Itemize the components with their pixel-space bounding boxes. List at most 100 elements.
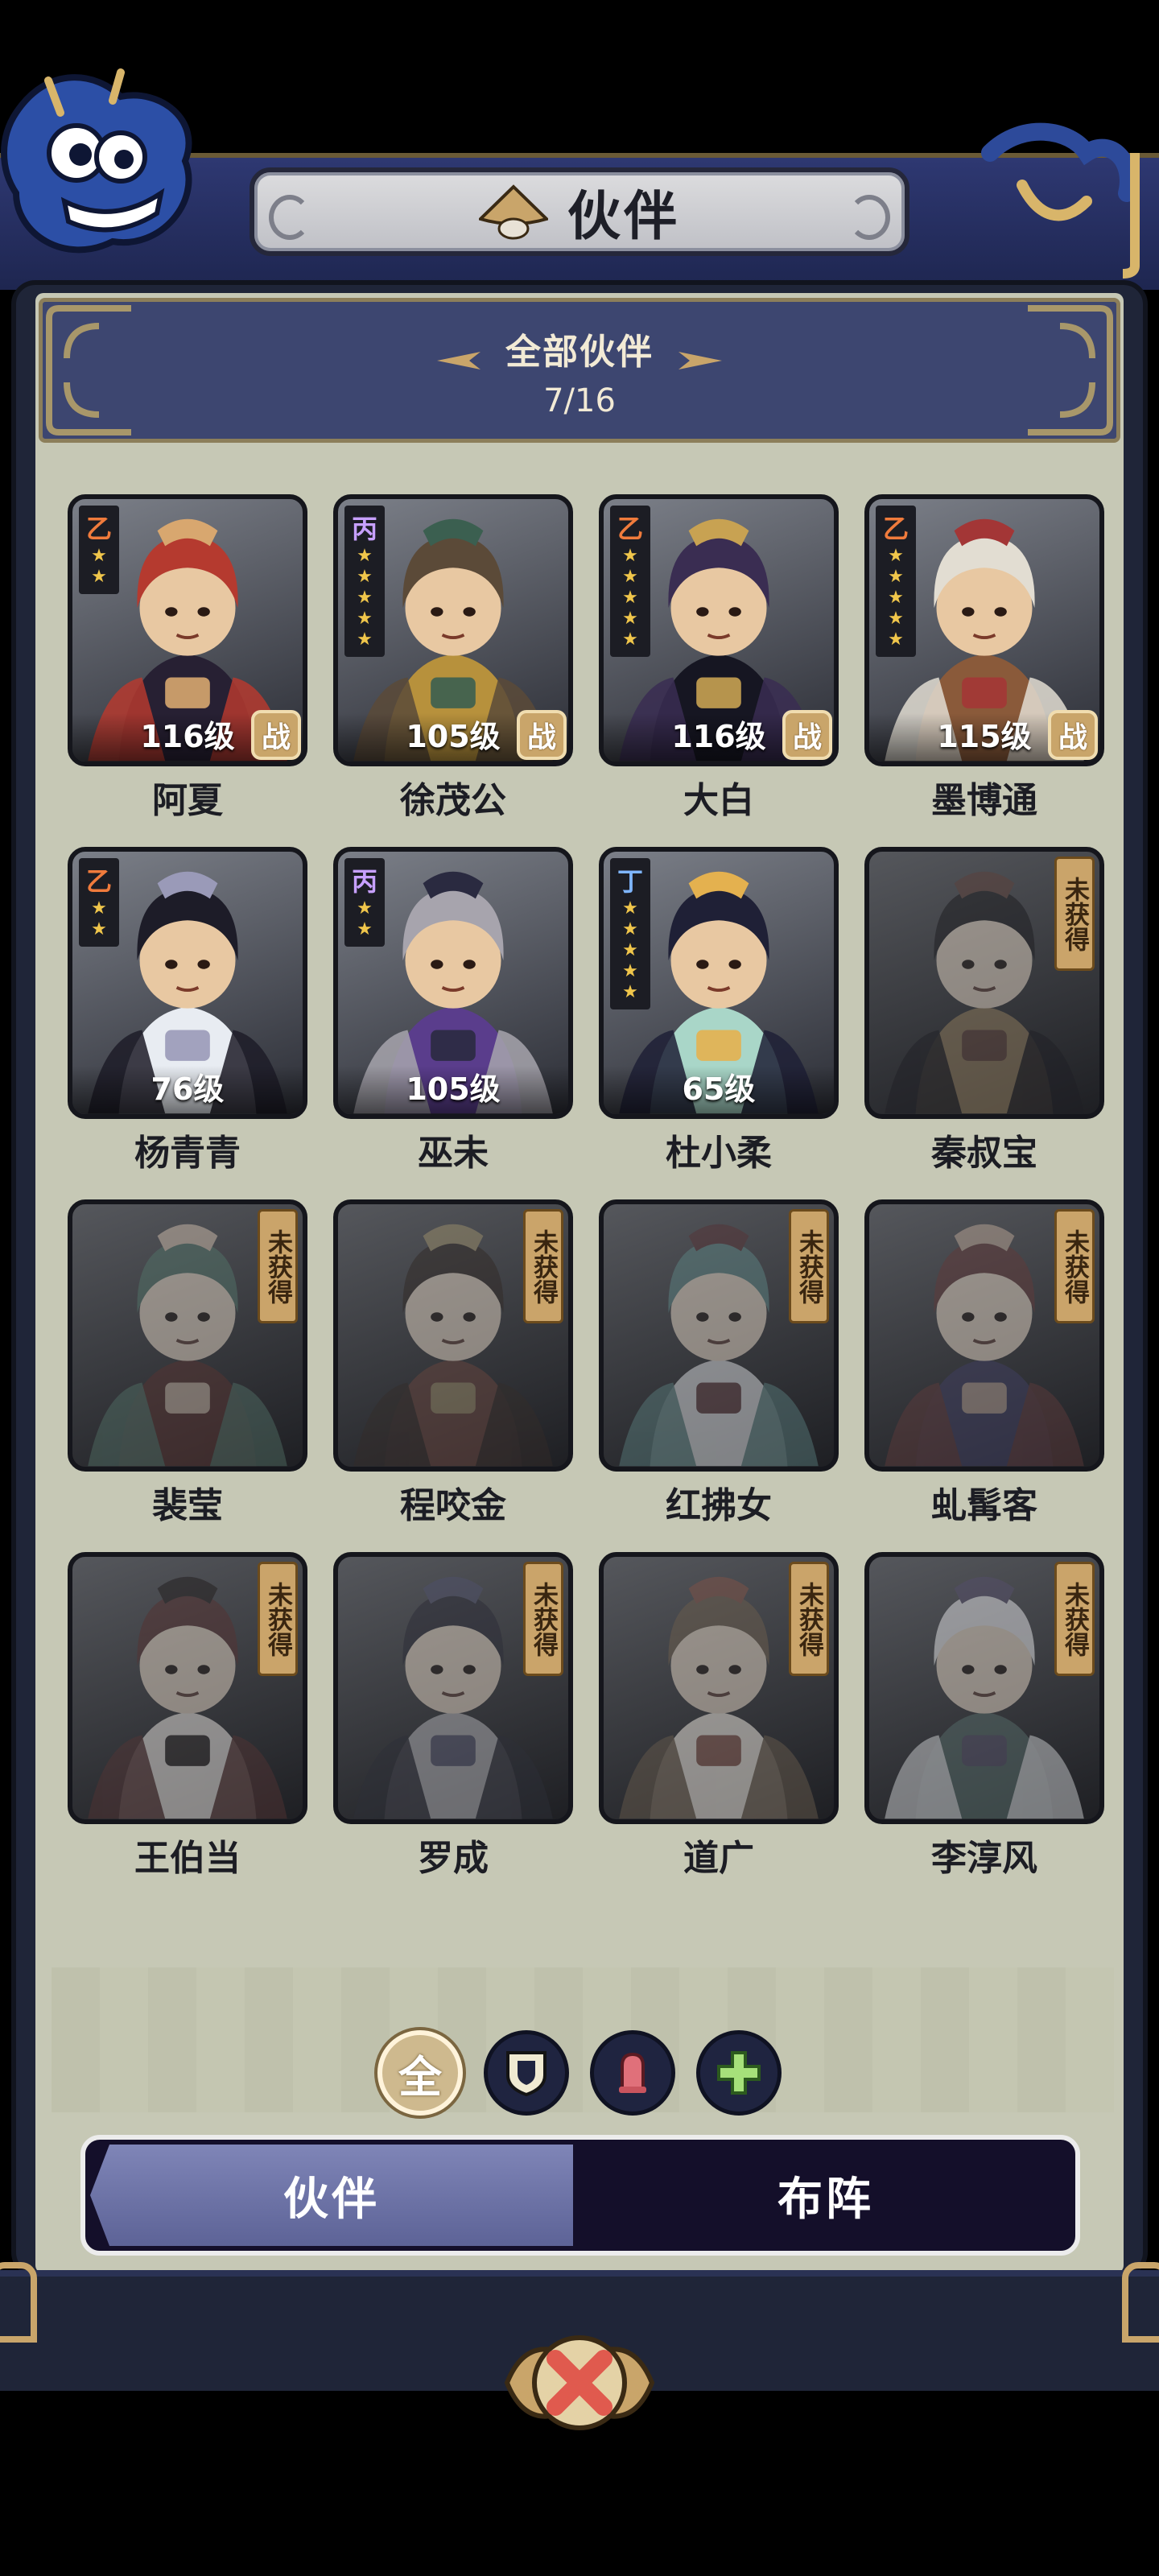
star-icon: ★ xyxy=(91,919,107,939)
partner-card[interactable]: 未获得 罗成 xyxy=(333,1552,573,1879)
star-icon: ★ xyxy=(622,567,638,587)
star-icon: ★ xyxy=(357,567,373,587)
star-icon: ★ xyxy=(357,630,373,650)
in-battle-badge: 战 xyxy=(782,710,832,760)
rank-tag: 乙 ★ ★ xyxy=(79,858,119,947)
in-battle-badge: 战 xyxy=(517,710,567,760)
partner-card-frame: 丙 ★ ★ ★ ★ ★ 105级战 xyxy=(333,494,573,766)
rank-grade: 丙 xyxy=(351,866,377,897)
partner-card[interactable]: 乙 ★ ★ 76级 杨青青 xyxy=(68,847,307,1174)
partner-card-frame: 未获得 xyxy=(68,1552,307,1824)
partner-card[interactable]: 乙 ★ ★ ★ ★ ★ 116级战大白 xyxy=(599,494,839,821)
not-obtained-tag: 未获得 xyxy=(258,1209,298,1323)
star-icon: ★ xyxy=(622,940,638,960)
partner-card-frame: 乙 ★ ★ ★ ★ ★ 116级战 xyxy=(599,494,839,766)
partner-card-frame: 未获得 xyxy=(333,1199,573,1472)
partner-card[interactable]: 未获得 道广 xyxy=(599,1552,839,1879)
partner-name: 大白 xyxy=(683,780,754,821)
rank-tag: 丙 ★ ★ ★ ★ ★ xyxy=(344,506,385,657)
rank-tag: 丙 ★ ★ xyxy=(344,858,385,947)
cloud-ornament-icon xyxy=(981,122,1140,279)
partner-name: 秦叔宝 xyxy=(931,1133,1037,1174)
wing-decoration-icon xyxy=(678,352,722,369)
star-icon: ★ xyxy=(622,961,638,981)
plus-heal-filter-icon xyxy=(717,2051,761,2095)
star-icon: ★ xyxy=(357,546,373,566)
star-icon: ★ xyxy=(622,982,638,1002)
summary-title: 全部伙伴 xyxy=(505,332,654,373)
in-battle-badge: 战 xyxy=(1048,710,1098,760)
star-icon: ★ xyxy=(888,588,904,608)
partner-name: 红拂女 xyxy=(666,1485,772,1526)
star-icon: ★ xyxy=(622,588,638,608)
right-pillar-ornament xyxy=(1122,2262,1159,2343)
partner-card[interactable]: 乙 ★ ★ ★ ★ ★ 115级战墨博通 xyxy=(864,494,1104,821)
wing-decoration-icon xyxy=(437,352,481,369)
tab-partners[interactable]: 伙伴 xyxy=(90,2145,573,2246)
star-icon: ★ xyxy=(888,567,904,587)
corner-scroll-ornament-icon xyxy=(46,350,131,436)
rank-tag: 乙 ★ ★ xyxy=(79,506,119,594)
filter-heal-button[interactable] xyxy=(696,2030,782,2116)
partner-name: 程咬金 xyxy=(400,1485,506,1526)
partner-card[interactable]: 未获得红拂女 xyxy=(599,1199,839,1526)
star-icon: ★ xyxy=(622,546,638,566)
star-icon: ★ xyxy=(91,546,107,566)
partner-card-frame: 未获得 xyxy=(864,1552,1104,1824)
partner-card-frame: 未获得 xyxy=(599,1199,839,1472)
partner-card-frame: 未获得 xyxy=(864,847,1104,1119)
partner-card-frame: 乙 ★ ★ 76级 xyxy=(68,847,307,1119)
partner-card-frame: 丁 ★ ★ ★ ★ ★ 65级 xyxy=(599,847,839,1119)
partner-name: 徐茂公 xyxy=(400,780,506,821)
partner-name: 王伯当 xyxy=(134,1838,241,1879)
filter-all-button[interactable]: 全 xyxy=(377,2030,463,2116)
partner-name: 杜小柔 xyxy=(666,1133,772,1174)
rank-tag: 乙 ★ ★ ★ ★ ★ xyxy=(610,506,650,657)
shield-filter-icon xyxy=(506,2051,547,2097)
rank-tag: 乙 ★ ★ ★ ★ ★ xyxy=(876,506,916,657)
partner-card[interactable]: 乙 ★ ★ 116级战阿夏 xyxy=(68,494,307,821)
partner-card[interactable]: 丙 ★ ★ ★ ★ ★ 105级战徐茂公 xyxy=(333,494,573,821)
page-title: 伙伴 xyxy=(567,185,680,247)
partner-card-frame: 未获得 xyxy=(68,1199,307,1472)
left-pillar-ornament xyxy=(0,2262,37,2343)
partner-card[interactable]: 未获得 秦叔宝 xyxy=(864,847,1104,1174)
partner-card[interactable]: 未获得 李淳风 xyxy=(864,1552,1104,1879)
partner-count: 7/16 xyxy=(543,382,616,419)
rank-grade: 乙 xyxy=(882,514,909,544)
partner-card-frame: 未获得 xyxy=(333,1552,573,1824)
star-icon: ★ xyxy=(888,609,904,629)
rank-grade: 丁 xyxy=(617,866,643,897)
filter-attack-button[interactable] xyxy=(590,2030,675,2116)
main-panel: 全部伙伴 7/16 乙 ★ ★ 116级战阿夏丙 ★ ★ ★ ★ ★ 105级战徐茂公乙 ★ ★ ★ ★ ★… xyxy=(11,280,1148,2277)
partner-grid: 乙 ★ ★ 116级战阿夏丙 ★ ★ ★ ★ ★ 105级战徐茂公乙 ★ ★ ★ ★ ★ 116级战大白乙 ★ ★… xyxy=(68,494,1106,1879)
partner-card[interactable]: 未获得 王伯当 xyxy=(68,1552,307,1879)
partner-card-frame: 丙 ★ ★ 105级 xyxy=(333,847,573,1119)
partner-card[interactable]: 丁 ★ ★ ★ ★ ★ 65级杜小柔 xyxy=(599,847,839,1174)
partner-card[interactable]: 未获得 虬髯客 xyxy=(864,1199,1104,1526)
partner-level: 76级 xyxy=(72,1066,303,1114)
bell-attack-filter-icon xyxy=(619,2052,646,2093)
bamboo-hat-icon xyxy=(479,184,548,240)
partner-name: 裴莹 xyxy=(152,1485,223,1526)
rank-grade: 乙 xyxy=(617,514,643,544)
not-obtained-tag: 未获得 xyxy=(789,1562,829,1676)
partner-card[interactable]: 丙 ★ ★ 105级巫未 xyxy=(333,847,573,1174)
summary-banner: 全部伙伴 7/16 xyxy=(39,298,1120,443)
partner-level: 105级 xyxy=(338,1066,568,1114)
dragon-mascot-icon xyxy=(1,68,192,254)
not-obtained-tag: 未获得 xyxy=(1054,1562,1095,1676)
partner-name: 巫未 xyxy=(418,1133,489,1174)
partner-name: 墨博通 xyxy=(931,780,1037,821)
partner-name: 罗成 xyxy=(418,1838,489,1879)
tab-formation[interactable]: 布阵 xyxy=(576,2145,1075,2246)
not-obtained-tag: 未获得 xyxy=(789,1209,829,1323)
partner-card[interactable]: 未获得裴莹 xyxy=(68,1199,307,1526)
partner-card[interactable]: 未获得 程咬金 xyxy=(333,1199,573,1526)
filter-defense-button[interactable] xyxy=(484,2030,569,2116)
star-icon: ★ xyxy=(622,898,638,919)
close-button[interactable] xyxy=(491,2318,668,2447)
partner-card-frame: 未获得 xyxy=(599,1552,839,1824)
rank-grade: 乙 xyxy=(85,514,112,544)
bottom-tab-bar: 伙伴 布阵 xyxy=(80,2135,1080,2256)
